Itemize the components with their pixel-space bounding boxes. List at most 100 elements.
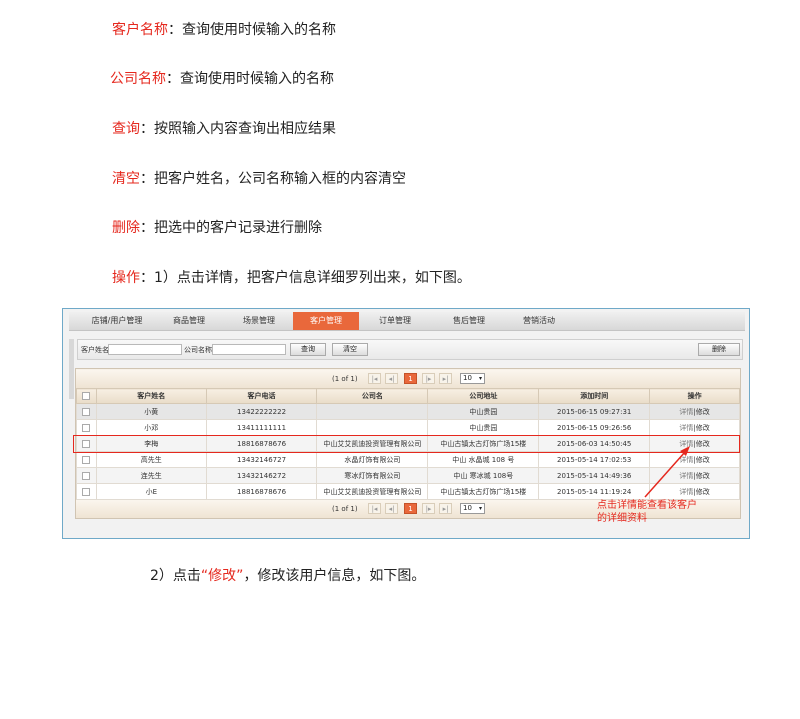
nav-tab-after-sales[interactable]: 售后管理 <box>439 312 499 330</box>
cell-address: 中山古镇太古灯饰广场15楼 <box>427 483 540 500</box>
cell-phone: 13411111111 <box>205 419 318 436</box>
edit-link[interactable]: 修改 <box>696 456 710 464</box>
nav-tab-marketing[interactable]: 营销活动 <box>509 312 569 330</box>
term-label: 客户名称 <box>112 22 168 38</box>
prev-page-button[interactable]: ◂| <box>385 503 398 514</box>
doc-line-customer-name: 客户名称：查询使用时候输入的名称 <box>112 21 336 39</box>
prev-page-button[interactable]: ◂| <box>385 373 398 384</box>
next-page-button[interactable]: |▸ <box>422 503 435 514</box>
table-row[interactable]: 连先生 13432146272 寒冰灯饰有限公司 中山 寒冰城 108号 201… <box>76 467 740 484</box>
cell-customer-name: 小黄 <box>95 403 207 420</box>
cell-phone: 13432146272 <box>205 467 318 484</box>
edit-term: “修改” <box>200 568 244 584</box>
cell-company: 水晶灯饰有限公司 <box>316 451 429 468</box>
edit-link[interactable]: 修改 <box>696 408 710 416</box>
table-row[interactable]: 高先生 13432146727 水晶灯饰有限公司 中山 水晶城 108 号 20… <box>76 451 740 468</box>
term-description: ：查询使用时候输入的名称 <box>166 71 334 87</box>
term-label: 查询 <box>112 121 140 137</box>
detail-link[interactable]: 详情 <box>679 456 693 464</box>
column-header: 客户电话 <box>205 388 318 404</box>
cell-address: 中山 水晶城 108 号 <box>427 451 540 468</box>
nav-tab-customers[interactable]: 客户管理 <box>293 312 359 330</box>
page-size-select[interactable]: 10 ▾ <box>460 503 485 514</box>
chevron-down-icon: ▾ <box>478 505 482 512</box>
annotation-text-line-2: 的详细资料 <box>597 513 647 524</box>
edit-link[interactable]: 修改 <box>696 424 710 432</box>
row-checkbox[interactable] <box>82 407 91 416</box>
cell-actions: 详情|修改 <box>649 451 740 468</box>
select-all-checkbox[interactable] <box>82 392 91 400</box>
term-description: ：把客户姓名，公司名称输入框的内容清空 <box>140 171 406 187</box>
detail-link[interactable]: 详情 <box>679 424 693 432</box>
chevron-down-icon: ▾ <box>478 375 482 382</box>
query-button[interactable]: 查询 <box>290 343 326 356</box>
delete-button[interactable]: 删除 <box>698 343 740 356</box>
row-checkbox[interactable] <box>82 455 91 464</box>
term-description: ：把选中的客户记录进行删除 <box>140 220 322 236</box>
page-size-select[interactable]: 10 ▾ <box>460 373 485 384</box>
nav-tab-orders[interactable]: 订单管理 <box>365 312 425 330</box>
first-page-button[interactable]: |◂ <box>368 373 381 384</box>
cell-actions: 详情|修改 <box>649 483 740 500</box>
customer-name-label: 客户姓名 <box>81 346 109 354</box>
detail-link[interactable]: 详情 <box>679 472 693 480</box>
detail-link[interactable]: 详情 <box>679 408 693 416</box>
cell-actions: 详情|修改 <box>649 467 740 484</box>
table-header-row: 客户姓名 客户电话 公司名 公司地址 添加时间 操作 <box>76 388 740 404</box>
cell-added-time: 2015-06-15 09:26:56 <box>538 419 651 436</box>
cell-company <box>316 403 429 420</box>
table-row[interactable]: 小E 18816878676 中山艾艾凯迪投资管理有限公司 中山古镇太古灯饰广场… <box>76 483 740 500</box>
term-label: 删除 <box>112 220 140 236</box>
company-name-input[interactable] <box>212 344 286 355</box>
page-summary: (1 of 1) <box>332 505 358 513</box>
edit-line-prefix: 2）点击 <box>150 568 201 584</box>
cell-added-time: 2015-05-14 11:19:24 <box>538 483 651 500</box>
cell-company: 寒冰灯饰有限公司 <box>316 467 429 484</box>
last-page-button[interactable]: ▸| <box>439 373 452 384</box>
column-header: 操作 <box>649 388 740 404</box>
cell-added-time: 2015-05-14 14:49:36 <box>538 467 651 484</box>
top-nav: 店铺/用户管理 商品管理 场景管理 客户管理 订单管理 售后管理 营销活动 <box>69 312 745 331</box>
detail-link[interactable]: 详情 <box>679 488 693 496</box>
page-1-button[interactable]: 1 <box>404 373 417 384</box>
doc-line-clear: 清空：把客户姓名，公司名称输入框的内容清空 <box>112 170 406 188</box>
cell-phone: 18816878676 <box>205 483 318 500</box>
cell-company <box>316 419 429 436</box>
customer-name-input[interactable] <box>108 344 182 355</box>
last-page-button[interactable]: ▸| <box>439 503 452 514</box>
pager-top: (1 of 1) |◂ ◂| 1 |▸ ▸| 10 ▾ <box>76 370 740 388</box>
sidebar-collapsed[interactable] <box>69 339 74 399</box>
select-all-header[interactable] <box>76 388 97 404</box>
term-label: 公司名称 <box>110 71 166 87</box>
table-row[interactable]: 小黄 13422222222 中山贵园 2015-06-15 09:27:31 … <box>76 403 740 420</box>
edit-link[interactable]: 修改 <box>696 488 710 496</box>
column-header: 公司地址 <box>427 388 540 404</box>
cell-customer-name: 小E <box>95 483 207 500</box>
cell-customer-name: 小邓 <box>95 419 207 436</box>
table-row[interactable]: 小邓 13411111111 中山贵园 2015-06-15 09:26:56 … <box>76 419 740 436</box>
cell-actions: 详情|修改 <box>649 419 740 436</box>
column-header: 公司名 <box>316 388 429 404</box>
cell-company: 中山艾艾凯迪投资管理有限公司 <box>316 483 429 500</box>
highlight-box <box>73 435 740 453</box>
cell-address: 中山贵园 <box>427 419 540 436</box>
nav-tab-products[interactable]: 商品管理 <box>159 312 219 330</box>
column-header: 添加时间 <box>538 388 651 404</box>
row-checkbox[interactable] <box>82 423 91 432</box>
cell-added-time: 2015-05-14 17:02:53 <box>538 451 651 468</box>
doc-line-edit: 2）点击“修改”，修改该用户信息，如下图。 <box>150 567 425 585</box>
doc-line-query: 查询：按照输入内容查询出相应结果 <box>112 120 336 138</box>
page-size-value: 10 <box>463 504 472 512</box>
cell-address: 中山贵园 <box>427 403 540 420</box>
row-checkbox[interactable] <box>82 471 91 480</box>
nav-tab-scenes[interactable]: 场景管理 <box>229 312 289 330</box>
term-description: ：按照输入内容查询出相应结果 <box>140 121 336 137</box>
clear-button[interactable]: 清空 <box>332 343 368 356</box>
page-1-button[interactable]: 1 <box>404 503 417 514</box>
nav-tab-store-user[interactable]: 店铺/用户管理 <box>79 312 155 330</box>
next-page-button[interactable]: |▸ <box>422 373 435 384</box>
doc-line-operation: 操作：1）点击详情，把客户信息详细罗列出来，如下图。 <box>112 269 471 287</box>
edit-link[interactable]: 修改 <box>696 472 710 480</box>
first-page-button[interactable]: |◂ <box>368 503 381 514</box>
row-checkbox[interactable] <box>82 487 91 496</box>
